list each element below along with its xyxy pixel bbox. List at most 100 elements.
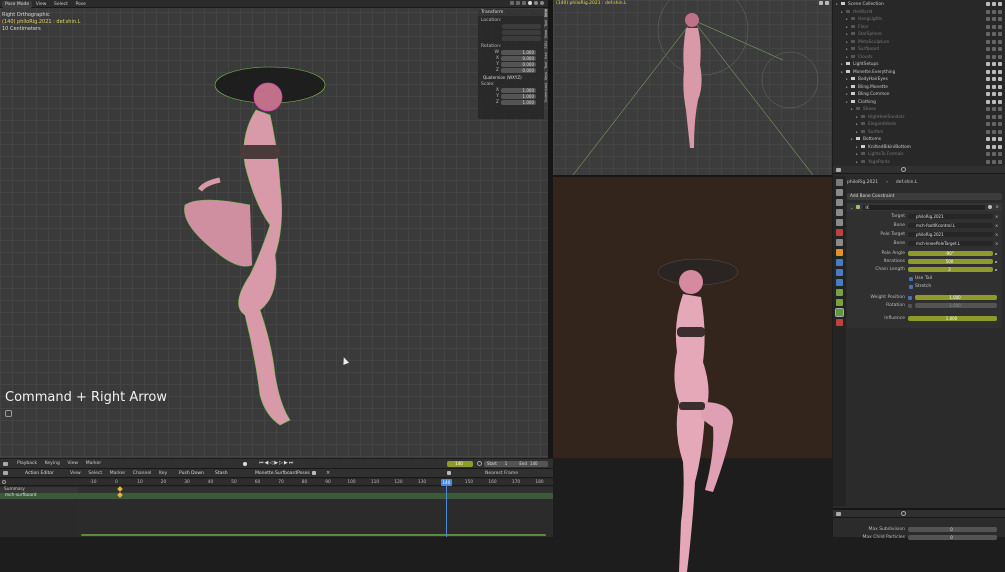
influence-field[interactable]: 1.000	[908, 316, 997, 321]
menu-channel[interactable]: Channel	[133, 470, 151, 477]
outliner-row[interactable]: ▸ HighHeelSandals	[833, 114, 1005, 122]
expand-arrow-icon[interactable]: ▸	[856, 121, 860, 129]
camera-icon[interactable]	[998, 92, 1002, 96]
outliner-toggles[interactable]	[986, 144, 1002, 149]
keyframe-area[interactable]	[78, 486, 553, 537]
outliner-toggles[interactable]	[986, 24, 1002, 29]
outliner-toggles[interactable]	[986, 39, 1002, 44]
expand-arrow-icon[interactable]: ▸	[846, 99, 850, 107]
constraint-slider[interactable]: -90°	[908, 251, 993, 256]
eye-icon[interactable]	[992, 144, 996, 149]
object-tab-icon[interactable]	[836, 249, 843, 256]
camera-icon[interactable]	[998, 144, 1002, 149]
checkbox-icon[interactable]	[986, 92, 990, 96]
checkbox-icon[interactable]	[986, 129, 990, 134]
stretch-checkbox[interactable]	[909, 284, 913, 289]
camera-icon[interactable]	[998, 122, 1002, 126]
area-divider[interactable]	[548, 0, 553, 458]
current-frame-field[interactable]: 140	[447, 461, 473, 467]
expand-arrow-icon[interactable]: ▸	[846, 91, 850, 99]
checkbox-icon[interactable]	[986, 107, 990, 111]
camera-icon[interactable]	[998, 24, 1002, 29]
outliner-toggles[interactable]	[986, 9, 1002, 14]
eye-icon[interactable]	[992, 107, 996, 111]
stash-button[interactable]: Stash	[212, 470, 231, 477]
scale-x-field[interactable]: 1.000	[501, 88, 536, 93]
outliner-toggles[interactable]	[986, 62, 1002, 66]
expand-arrow-icon[interactable]: ▸	[841, 69, 845, 77]
eye-icon[interactable]	[992, 17, 996, 21]
decorate-dot-icon[interactable]	[995, 252, 997, 255]
camera-icon[interactable]	[998, 32, 1002, 36]
dopesheet-icon[interactable]	[3, 471, 8, 475]
outliner-row[interactable]: ▸ ElegantHeels	[833, 121, 1005, 129]
start-value[interactable]: 1	[497, 461, 508, 467]
checkbox-icon[interactable]	[986, 17, 990, 21]
clear-icon[interactable]: ×	[995, 214, 998, 219]
outliner-row[interactable]: ▸ theWorld	[833, 9, 1005, 17]
outliner-toggles[interactable]	[986, 54, 1002, 59]
weight-position-field[interactable]: 1.000	[915, 295, 997, 300]
outliner-row[interactable]: ▸ HangLights	[833, 16, 1005, 24]
menu-pose[interactable]: Pose	[75, 1, 85, 8]
checkbox-icon[interactable]	[986, 9, 990, 14]
outliner-row[interactable]: ▸ YogaPants	[833, 159, 1005, 167]
outliner-toggles[interactable]	[986, 84, 1002, 89]
outliner-row[interactable]: ▸ KnittedBikiniBottom	[833, 144, 1005, 152]
camera-icon[interactable]	[998, 152, 1002, 156]
checkbox-icon[interactable]	[986, 2, 990, 6]
outliner-toggles[interactable]	[986, 114, 1002, 119]
output-tab-icon[interactable]	[836, 199, 843, 206]
checkbox-icon[interactable]	[986, 24, 990, 29]
use-tail-row[interactable]: Use Tail	[909, 275, 932, 282]
rotation-w-field[interactable]: 1.000	[501, 50, 536, 55]
frame-range[interactable]: Start 1 End 140	[484, 461, 548, 467]
decorate-dot-icon[interactable]	[995, 268, 997, 271]
modifier-tab-icon[interactable]	[836, 259, 843, 266]
checkbox-icon[interactable]	[986, 152, 990, 156]
world-tab-icon[interactable]	[836, 229, 843, 236]
expand-arrow-icon[interactable]: ▸	[846, 46, 850, 54]
viewport-shading-icons[interactable]	[510, 1, 544, 5]
menu-view[interactable]: View	[36, 1, 47, 8]
outliner-row[interactable]: ▸ Scene Collection	[833, 1, 1005, 9]
eye-icon[interactable]	[992, 137, 996, 141]
outliner-row[interactable]: ▸ BodyHairEyes	[833, 76, 1005, 84]
expand-arrow-icon[interactable]: ▸	[841, 9, 845, 17]
transform-title[interactable]: Transform	[478, 9, 544, 16]
eye-icon[interactable]	[992, 9, 996, 14]
rotation-y-field[interactable]: 0.000	[501, 62, 536, 67]
expand-arrow-icon[interactable]: ▸	[836, 1, 840, 9]
expand-arrow-icon[interactable]: ⌄	[850, 205, 853, 210]
visibility-eye-icon[interactable]	[988, 205, 993, 209]
decorate-dot-icon[interactable]	[995, 260, 997, 263]
outliner-toggles[interactable]	[986, 152, 1002, 156]
checkbox-icon[interactable]	[986, 84, 990, 89]
area-divider[interactable]	[553, 175, 832, 177]
render-preview[interactable]	[553, 177, 832, 572]
unlink-icon[interactable]: ×	[326, 470, 330, 476]
menu-playback[interactable]: Playback	[17, 460, 37, 467]
outliner[interactable]: ▸ Scene Collection ▸ theWorld ▸ HangLights ▸ Fl…	[833, 0, 1005, 166]
rotation-mode-select[interactable]: Quaternion (WXYZ)	[481, 75, 541, 80]
max-child-field[interactable]: 0	[908, 535, 997, 540]
interp-select[interactable]: Nearest Frame	[485, 470, 518, 477]
checkbox-icon[interactable]	[986, 69, 990, 74]
max-subdivision-field[interactable]: 0	[908, 527, 997, 532]
eye-icon[interactable]	[992, 92, 996, 96]
constraint-slider[interactable]: 500	[908, 259, 993, 264]
bone-tab-icon[interactable]	[836, 299, 843, 306]
camera-icon[interactable]	[998, 129, 1002, 134]
push-down-button[interactable]: Push Down	[176, 470, 207, 477]
checkbox-icon[interactable]	[986, 114, 990, 119]
expand-arrow-icon[interactable]: ▸	[846, 31, 850, 39]
eye-icon[interactable]	[992, 24, 996, 29]
weight-rotation-field[interactable]: 1.000	[915, 303, 997, 308]
mode-select[interactable]: Pose Mode	[2, 0, 33, 8]
checkbox-icon[interactable]	[986, 39, 990, 44]
menu-marker-timeline[interactable]: Marker	[86, 460, 102, 467]
camera-icon[interactable]	[998, 107, 1002, 111]
editor-type-icon[interactable]	[836, 168, 841, 172]
camera-icon[interactable]	[998, 39, 1002, 44]
outliner-toggles[interactable]	[986, 32, 1002, 36]
